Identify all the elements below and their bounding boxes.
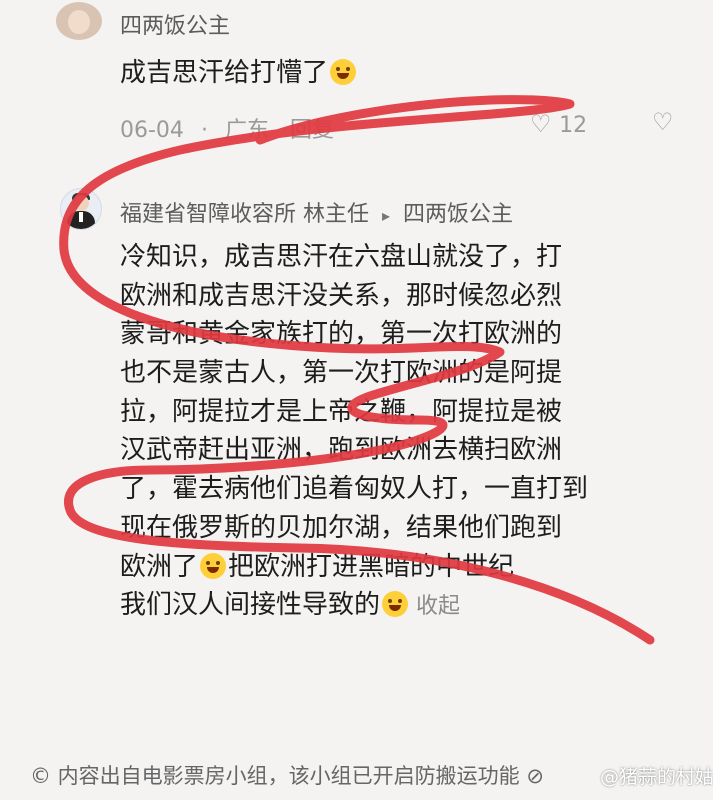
avatar[interactable]: [56, 2, 102, 40]
comment-text: 成吉思汗给打懵了: [120, 58, 329, 88]
reply-line: 拉，阿提拉才是上帝之鞭，阿提拉是被: [120, 396, 563, 427]
like-button[interactable]: ♡ 12: [530, 110, 587, 138]
reply-avatar[interactable]: [60, 188, 102, 230]
reply-header: 福建省智障收容所 林主任 ▸ 四两饭公主: [120, 196, 513, 228]
avatar-tie: [79, 212, 83, 222]
avatar-face: [68, 10, 90, 34]
source-note: © 内容出自电影票房小组，该小组已开启防搬运功能 ⊘: [30, 764, 544, 788]
collapse-button[interactable]: 收起: [416, 594, 460, 619]
reply-line-text: 我们汉人间接性导致的: [120, 590, 381, 621]
reply-line: 欧洲了 把欧洲打进黑暗的中世纪: [120, 548, 588, 587]
reply-line: 欧洲和成吉思汗没关系，那时候忽必烈: [120, 280, 563, 311]
heart-icon: ♡: [530, 110, 552, 138]
like-count: 12: [559, 113, 588, 138]
reply-line: 了，霍去病他们追着匈奴人打，一直打到: [120, 474, 589, 505]
comment-body: 成吉思汗给打懵了: [120, 52, 358, 89]
comment-meta: 06-04 · 广东 回复: [120, 112, 334, 144]
laughing-crying-emoji-icon: [200, 552, 227, 579]
reply-username[interactable]: 福建省智障收容所 林主任: [120, 202, 369, 227]
reply-line: 也不是蒙古人，第一次打欧洲的是阿提: [120, 358, 563, 389]
reply-line: 冷知识，成吉思汗在六盘山就没了，打: [120, 242, 563, 272]
reply-to-username[interactable]: 四两饭公主: [403, 202, 513, 227]
watermark: @猪蒜的村姑: [600, 766, 713, 788]
reply-line: 我们汉人间接性导致的 收起: [120, 586, 588, 625]
comment-username[interactable]: 四两饭公主: [120, 8, 230, 40]
reply-line: 现在俄罗斯的贝加尔湖，结果他们跑到: [120, 512, 563, 543]
meta-separator: ·: [200, 118, 208, 143]
comment-date: 06-04: [120, 118, 184, 143]
reply-line: 汉武帝赶出亚洲，跑到欧洲去横扫欧洲: [120, 435, 563, 466]
reply-line: 蒙哥和黄金家族打的，第一次打欧洲的: [120, 319, 563, 350]
reply-button[interactable]: 回复: [290, 118, 334, 143]
reply-body: 冷知识，成吉思汗在六盘山就没了，打 欧洲和成吉思汗没关系，那时候忽必烈 蒙哥和黄…: [120, 238, 588, 625]
avatar-head: [73, 195, 89, 211]
laughing-crying-emoji-icon: [330, 59, 357, 85]
reply-arrow-icon: ▸: [382, 206, 391, 225]
comment-location: 广东: [224, 118, 269, 143]
laughing-crying-emoji-icon: [382, 591, 409, 618]
reply-line-text: 把欧洲打进黑暗的中世纪: [228, 551, 515, 582]
dislike-button[interactable]: ♡: [652, 108, 674, 136]
broken-heart-icon: ♡: [652, 108, 674, 136]
reply-line-text: 欧洲了: [120, 551, 199, 582]
